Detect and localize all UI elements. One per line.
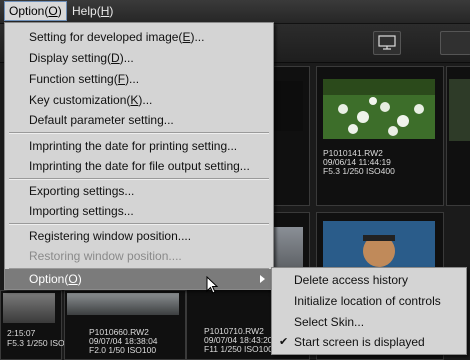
checkmark-icon: ✔ <box>279 336 289 348</box>
menu-item-mnemonic: F <box>117 72 126 86</box>
thumbnail-image <box>323 79 435 139</box>
thumbnail[interactable] <box>446 66 470 206</box>
thumbnail[interactable]: P1010660.RW2 09/07/04 18:38:04 F2.0 1/50… <box>64 290 186 360</box>
submenu-item-select-skin[interactable]: Select Skin... <box>272 312 466 332</box>
toolbar-button-edge[interactable] <box>440 31 470 55</box>
menu-help-mnemonic: H <box>100 4 110 18</box>
menu-item-tail: )... <box>119 51 134 65</box>
menu-separator <box>9 132 269 134</box>
monitor-icon <box>378 35 396 50</box>
submenu-item-label: Select Skin... <box>294 315 365 329</box>
menu-item-text: Default parameter setting... <box>29 113 174 127</box>
submenu-item-delete-access-history[interactable]: Delete access history <box>272 270 466 290</box>
menu-help-label: Help <box>72 4 97 18</box>
submenu-item-start-screen-displayed[interactable]: ✔ Start screen is displayed <box>272 332 466 352</box>
menu-item-importing-settings[interactable]: Importing settings... <box>5 201 273 221</box>
option-dropdown-menu: Setting for developed image(E)... Displa… <box>4 22 274 290</box>
submenu-item-label: Delete access history <box>294 273 409 287</box>
menu-item-tail: )... <box>138 93 153 107</box>
menu-item-text: Importing settings... <box>29 204 134 218</box>
menu-help[interactable]: Help(H) <box>68 2 117 20</box>
thumbnail[interactable]: 2:15:07 F5.3 1/250 ISO400 <box>0 290 79 360</box>
menu-item-text: Imprinting the date for file output sett… <box>29 159 250 173</box>
menu-option-label: Option <box>9 4 45 18</box>
thumbnail-date: 2:15:07 <box>7 328 36 338</box>
menu-item-register-window-position[interactable]: Registering window position.... <box>5 226 273 246</box>
menu-item-default-parameter-setting[interactable]: Default parameter setting... <box>5 110 273 130</box>
menu-separator <box>9 223 269 225</box>
menu-item-tail: )... <box>190 30 205 44</box>
menu-option-mnemonic: O <box>48 4 58 18</box>
menu-item-restore-window-position: Restoring window position.... <box>5 246 273 266</box>
menu-item-text: Imprinting the date for printing setting… <box>29 139 238 153</box>
thumbnail-exif: F11 1/250 ISO100 <box>204 344 273 354</box>
thumbnail-exif: F2.0 1/50 ISO100 <box>89 345 157 355</box>
menu-item-text: Option( <box>29 272 69 286</box>
submenu-item-label: Initialize location of controls <box>294 294 441 308</box>
menu-item-imprint-date-printing[interactable]: Imprinting the date for printing setting… <box>5 136 273 156</box>
menu-item-text: Registering window position.... <box>29 229 192 243</box>
menu-item-tail: )... <box>125 72 140 86</box>
thumbnail-image <box>67 293 179 315</box>
menu-item-option-submenu[interactable]: Option(O) <box>5 269 273 289</box>
menu-bar: Option(O) Help(H) <box>0 0 470 24</box>
submenu-arrow-icon <box>260 275 265 283</box>
menu-option[interactable]: Option(O) <box>4 1 67 21</box>
monitor-button[interactable] <box>373 31 401 55</box>
menu-item-text: Function setting( <box>29 72 118 86</box>
menu-item-developed-image-setting[interactable]: Setting for developed image(E)... <box>5 27 273 47</box>
menu-item-text: Exporting settings... <box>29 184 135 198</box>
thumbnail-image <box>3 293 55 323</box>
submenu-item-initialize-controls[interactable]: Initialize location of controls <box>272 291 466 311</box>
thumbnail-image <box>449 79 470 141</box>
menu-item-text: Restoring window position.... <box>29 249 182 263</box>
menu-item-tail: ) <box>77 272 82 286</box>
mouse-cursor-icon <box>206 276 219 294</box>
menu-item-function-setting[interactable]: Function setting(F)... <box>5 69 273 89</box>
menu-separator <box>9 178 269 180</box>
option-submenu: Delete access history Initialize locatio… <box>271 267 467 355</box>
menu-item-imprint-date-file-output[interactable]: Imprinting the date for file output sett… <box>5 156 273 176</box>
menu-item-exporting-settings[interactable]: Exporting settings... <box>5 181 273 201</box>
menu-item-mnemonic: D <box>111 51 120 65</box>
thumbnail-exif: F5.3 1/250 ISO400 <box>323 166 395 176</box>
thumbnail[interactable]: P1010141.RW2 09/06/14 11:44:19 F5.3 1/25… <box>316 66 444 206</box>
menu-item-text: Setting for developed image( <box>29 30 183 44</box>
menu-item-text: Display setting( <box>29 51 112 65</box>
menu-item-mnemonic: O <box>68 272 78 286</box>
menu-item-key-customization[interactable]: Key customization(K)... <box>5 90 273 110</box>
submenu-item-label: Start screen is displayed <box>294 335 425 349</box>
menu-item-display-setting[interactable]: Display setting(D)... <box>5 48 273 68</box>
menu-item-text: Key customization( <box>29 93 131 107</box>
